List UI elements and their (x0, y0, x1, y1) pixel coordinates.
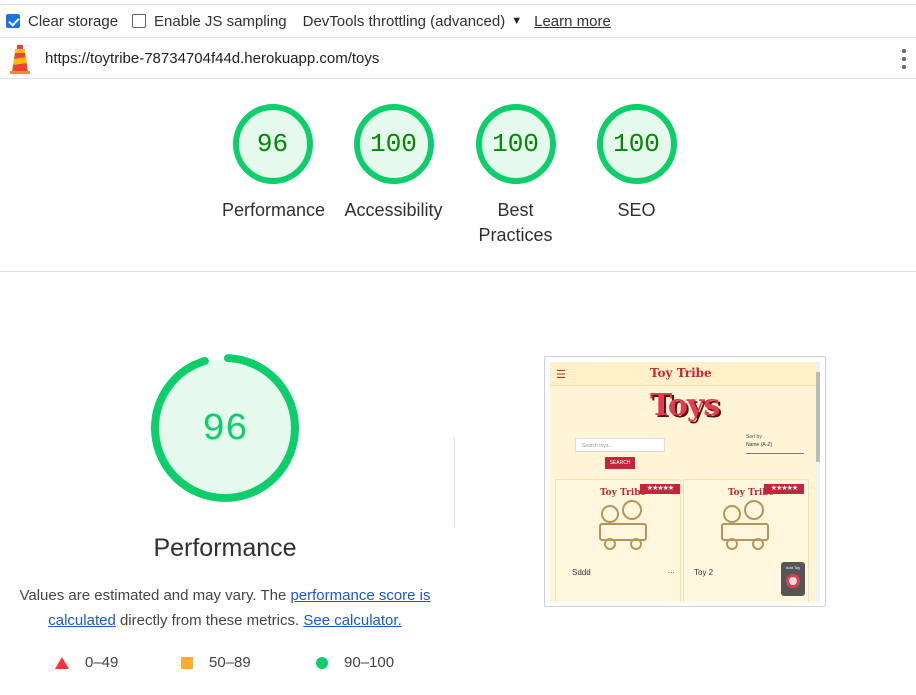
caret-down-icon: ▼ (511, 15, 523, 27)
card-name: Toy 2 (694, 568, 714, 577)
thumb-sort-label: Sort by (746, 434, 762, 440)
desc-text: Values are estimated and may vary. The (19, 587, 291, 604)
report-url-bar: https://toytribe-78734704f44d.herokuapp.… (0, 39, 916, 79)
report-url[interactable]: https://toytribe-78734704f44d.herokuapp.… (45, 50, 379, 67)
lighthouse-toolbar: Clear storage Enable JS sampling DevTool… (0, 4, 916, 38)
gauge-label: Best Practices (478, 200, 553, 245)
score-ring: 100 (353, 104, 434, 184)
toy-wagon-icon (599, 500, 647, 550)
vertical-divider (454, 437, 455, 527)
thumb-brand: Toy Tribe (650, 366, 712, 380)
thumb-search-button: SEARCH (605, 457, 635, 469)
checkbox-unchecked-icon[interactable] (132, 14, 147, 28)
legend-fail: 0–49 (55, 654, 118, 671)
more-options-icon[interactable] (900, 49, 908, 69)
performance-title: Performance (153, 534, 297, 562)
gauge-performance[interactable]: 96 Performance (222, 104, 326, 223)
thumb-title: Toys (650, 388, 720, 423)
hamburger-icon: ☰ (556, 369, 566, 381)
checkbox-checked-icon[interactable] (6, 14, 20, 28)
legend-pass: 90–100 (316, 654, 394, 671)
score-ring: 100 (475, 104, 556, 184)
legend-average: 50–89 (181, 654, 251, 671)
score-ring: 96 (232, 104, 313, 184)
red-triangle-icon (55, 656, 69, 669)
gauge-label: Performance (222, 200, 326, 220)
gauge-label: Accessibility (344, 200, 443, 220)
thumb-search-input: Search toys... (575, 438, 665, 452)
thumb-sort-select: Name (A-Z) (746, 442, 804, 454)
final-screenshot-thumbnail[interactable]: ☰ Toy Tribe Toys Search toys... SEARCH S… (544, 356, 826, 607)
screenshot-page: ☰ Toy Tribe Toys Search toys... SEARCH S… (550, 362, 820, 602)
js-sampling-checkbox[interactable]: Enable JS sampling (132, 13, 287, 30)
star-rating-icon: ★★★★★ (640, 484, 680, 494)
throttling-label: DevTools throttling (advanced) (302, 12, 506, 30)
score-ring: 100 (596, 104, 677, 184)
record-icon (786, 574, 800, 588)
thumb-add-toy-button: Add Toy (781, 562, 805, 596)
toy-wagon-icon (721, 500, 769, 550)
big-score: 96 (202, 408, 248, 451)
performance-big-gauge: 96 (151, 354, 299, 502)
add-toy-label: Add Toy (785, 565, 801, 570)
legend-range: 50–89 (209, 654, 251, 671)
thumb-navbar: ☰ Toy Tribe (550, 362, 816, 386)
legend-range: 90–100 (344, 654, 395, 671)
star-rating-icon: ★★★★★ (764, 484, 804, 494)
js-sampling-label: Enable JS sampling (154, 12, 287, 30)
see-calculator-link[interactable]: See calculator. (303, 612, 401, 629)
clear-storage-checkbox[interactable]: Clear storage (6, 13, 118, 30)
section-divider (0, 271, 916, 272)
gauge-seo[interactable]: 100 SEO (586, 104, 687, 223)
green-circle-icon (316, 656, 328, 669)
gauge-best-practices[interactable]: 100 Best Practices (465, 104, 566, 248)
legend-range: 0–49 (85, 654, 119, 671)
orange-square-icon (181, 656, 193, 669)
card-more-icon: ... (668, 566, 675, 575)
gauge-label: SEO (617, 200, 656, 220)
thumb-toy-card: Toy Tribe ★★★★★ Sddd ... (555, 479, 681, 602)
lighthouse-icon (9, 44, 31, 74)
clear-storage-label: Clear storage (28, 12, 119, 30)
learn-more-link[interactable]: Learn more (534, 13, 611, 30)
throttling-dropdown[interactable]: DevTools throttling (advanced) ▼ (303, 13, 523, 30)
card-name: Sddd (572, 568, 591, 577)
performance-description: Values are estimated and may vary. The p… (18, 583, 432, 633)
thumb-scrollbar (816, 362, 820, 602)
desc-text: directly from these metrics. (115, 612, 304, 629)
gauge-accessibility[interactable]: 100 Accessibility (343, 104, 444, 223)
